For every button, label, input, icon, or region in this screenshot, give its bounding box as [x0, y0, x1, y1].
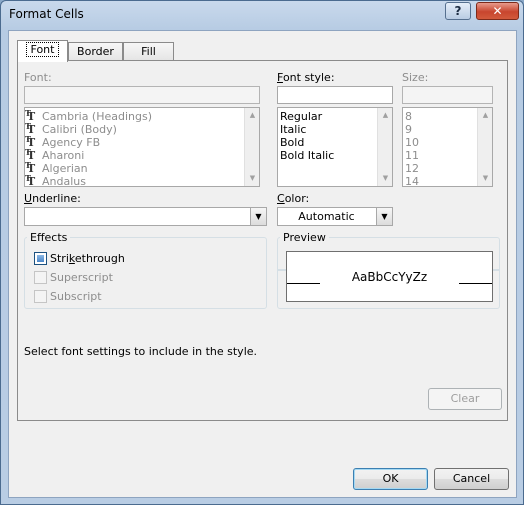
preview-sample-box: AaBbCcYyZz: [286, 251, 493, 302]
underline-dropdown[interactable]: ▼: [24, 207, 267, 226]
effects-title: Effects: [27, 231, 71, 244]
preview-sample-text: AaBbCcYyZz: [351, 270, 428, 284]
color-label: Color:: [277, 192, 310, 205]
ok-button[interactable]: OK: [353, 468, 428, 490]
subscript-label: Subscript: [50, 290, 102, 303]
list-item[interactable]: Regular: [278, 110, 392, 123]
tab-font[interactable]: Font: [17, 40, 68, 62]
scroll-up-icon: ▲: [482, 111, 489, 119]
font-name: Cambria (Headings): [42, 110, 153, 123]
font-name: Algerian: [42, 162, 88, 175]
list-item[interactable]: Italic: [278, 123, 392, 136]
list-item: TAlgerian: [25, 159, 259, 175]
help-button[interactable]: ?: [445, 2, 471, 20]
cancel-button[interactable]: Cancel: [434, 468, 509, 490]
scroll-down-icon[interactable]: ▼: [378, 171, 392, 186]
font-style-input[interactable]: [277, 86, 393, 104]
superscript-checkbox: [34, 271, 47, 284]
size-list: 8 9 10 11 12 14 ▲ ▼: [402, 107, 493, 187]
font-style-list[interactable]: Regular Italic Bold Bold Italic ▲ ▼: [277, 107, 393, 187]
list-item: TAharoni: [25, 146, 259, 162]
close-button[interactable]: ✕: [476, 2, 519, 20]
scroll-up-icon[interactable]: ▲: [378, 108, 392, 123]
underline-label: Underline:: [24, 192, 81, 205]
truetype-font-icon: T: [25, 172, 40, 186]
color-value: Automatic: [298, 210, 355, 223]
font-list: TCambria (Headings)TCalibri (Body)TAgenc…: [24, 107, 260, 187]
font-input: [24, 86, 260, 104]
superscript-label: Superscript: [50, 271, 113, 284]
info-text: Select font settings to include in the s…: [24, 345, 258, 358]
font-tab-panel: Font: TCambria (Headings)TCalibri (Body)…: [17, 60, 508, 421]
size-input: [402, 86, 493, 104]
strikethrough-checkbox[interactable]: [34, 252, 47, 265]
list-item: TAndalus: [25, 172, 259, 187]
subscript-checkbox: [34, 290, 47, 303]
preview-title: Preview: [280, 231, 329, 244]
list-item: TAgency FB: [25, 133, 259, 149]
window-title: Format Cells: [9, 7, 84, 21]
list-item[interactable]: Bold Italic: [278, 149, 392, 162]
chevron-down-icon[interactable]: ▼: [250, 208, 266, 225]
size-list-scrollbar: ▲ ▼: [477, 108, 492, 186]
dialog-client-area: Font Border Fill Font: TCambria (Heading…: [8, 30, 517, 498]
font-name: Agency FB: [42, 136, 101, 149]
chevron-down-icon[interactable]: ▼: [376, 208, 392, 225]
font-name: Aharoni: [42, 149, 85, 162]
scroll-down-icon: ▼: [482, 174, 489, 182]
font-label: Font:: [24, 71, 52, 84]
list-item[interactable]: Bold: [278, 136, 392, 149]
font-name: Andalus: [42, 175, 86, 187]
scroll-down-icon: ▼: [249, 174, 256, 182]
title-bar[interactable]: Format Cells ? ✕: [1, 1, 523, 29]
scroll-up-icon: ▲: [249, 111, 256, 119]
tab-border[interactable]: Border: [68, 42, 123, 61]
font-style-list-scrollbar[interactable]: ▲ ▼: [377, 108, 392, 186]
font-list-scrollbar: ▲ ▼: [244, 108, 259, 186]
font-style-label: Font style:: [277, 71, 335, 84]
strikethrough-label[interactable]: Strikethrough: [50, 252, 125, 265]
size-label: Size:: [402, 71, 429, 84]
format-cells-dialog: Format Cells ? ✕ Font Border Fill Font: …: [0, 0, 524, 505]
list-item: TCambria (Headings): [25, 108, 259, 123]
color-dropdown[interactable]: Automatic ▼: [277, 207, 393, 226]
list-item: TCalibri (Body): [25, 120, 259, 136]
font-name: Calibri (Body): [42, 123, 117, 136]
clear-button[interactable]: Clear: [428, 388, 502, 410]
tab-fill[interactable]: Fill: [123, 42, 174, 61]
